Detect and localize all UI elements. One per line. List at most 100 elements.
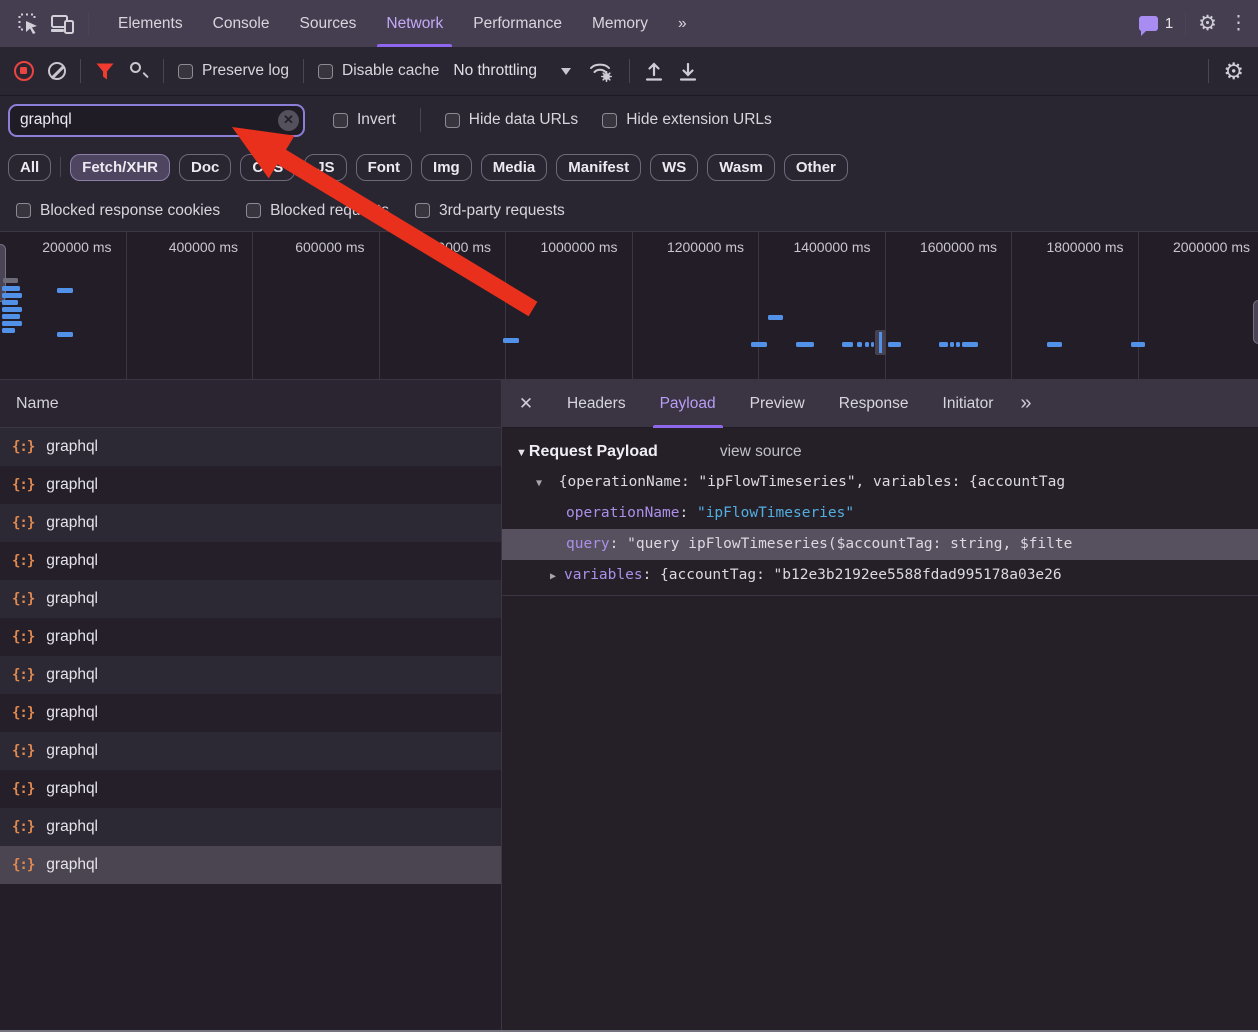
payload-colon: :	[610, 536, 627, 552]
request-row[interactable]: {:}graphql	[0, 656, 501, 694]
request-name: graphql	[46, 628, 98, 646]
timeline-request-bar	[1131, 342, 1145, 347]
detail-tab-initiator[interactable]: Initiator	[926, 380, 1011, 428]
request-payload-section-header[interactable]: ▼ Request Payload view source	[502, 428, 1258, 467]
timeline-tick-6: 1200000 ms	[633, 232, 760, 380]
timeline-tick-8: 1600000 ms	[886, 232, 1013, 380]
timeline-request-bar	[57, 288, 73, 293]
kebab-menu-icon[interactable]: ⋮	[1229, 14, 1248, 33]
issues-counter[interactable]: 1	[1139, 15, 1173, 32]
view-source-link[interactable]: view source	[720, 443, 802, 461]
detail-tab-payload[interactable]: Payload	[643, 380, 733, 428]
clear-network-log-icon[interactable]	[48, 62, 66, 80]
invert-checkbox[interactable]: Invert	[333, 111, 396, 129]
separator	[1208, 59, 1209, 83]
tab-sources[interactable]: Sources	[285, 0, 372, 47]
filter-chip-js[interactable]: JS	[304, 154, 346, 181]
tab-elements[interactable]: Elements	[103, 0, 198, 47]
more-tabs-icon[interactable]: »	[663, 0, 702, 47]
record-network-log-button[interactable]	[14, 61, 34, 81]
filter-chip-css[interactable]: CSS	[240, 154, 295, 181]
timeline-request-bar	[2, 300, 18, 305]
checkbox-blocked-response-cookies[interactable]: Blocked response cookies	[16, 202, 220, 220]
request-row[interactable]: {:}graphql	[0, 542, 501, 580]
json-braces-icon: {:}	[12, 781, 34, 797]
request-name: graphql	[46, 514, 98, 532]
network-overview-timeline[interactable]: 200000 ms400000 ms600000 ms800000 ms1000…	[0, 231, 1258, 380]
payload-colon: :	[680, 505, 697, 521]
hide-extension-urls-checkbox[interactable]: Hide extension URLs	[602, 111, 772, 129]
checkbox-label: Blocked response cookies	[40, 202, 220, 220]
separator	[88, 12, 89, 36]
detail-tab-headers[interactable]: Headers	[550, 380, 643, 428]
checkbox-blocked-requests[interactable]: Blocked requests	[246, 202, 389, 220]
request-row[interactable]: {:}graphql	[0, 504, 501, 542]
name-column-header[interactable]: Name	[0, 380, 501, 428]
tab-memory[interactable]: Memory	[577, 0, 663, 47]
request-row[interactable]: {:}graphql	[0, 694, 501, 732]
triangle-right-icon: ▶	[550, 561, 564, 591]
hide-data-urls-label: Hide data URLs	[469, 111, 578, 129]
filter-chip-other[interactable]: Other	[784, 154, 848, 181]
timeline-request-bar	[768, 315, 783, 320]
timeline-request-bar	[2, 321, 22, 326]
filter-chip-ws[interactable]: WS	[650, 154, 698, 181]
clear-filter-icon[interactable]: ✕	[278, 110, 299, 131]
request-row[interactable]: {:}graphql	[0, 732, 501, 770]
json-braces-icon: {:}	[12, 629, 34, 645]
request-row[interactable]: {:}graphql	[0, 428, 501, 466]
filter-chip-font[interactable]: Font	[356, 154, 412, 181]
checkbox-3rd-party-requests[interactable]: 3rd-party requests	[415, 202, 565, 220]
disable-cache-checkbox[interactable]: Disable cache	[318, 62, 439, 80]
timeline-request-bar	[503, 338, 519, 343]
filter-chip-media[interactable]: Media	[481, 154, 548, 181]
preserve-log-checkbox[interactable]: Preserve log	[178, 62, 289, 80]
network-settings-gear-icon[interactable]: ⚙	[1223, 60, 1244, 83]
import-har-icon[interactable]	[644, 61, 664, 82]
device-toolbar-icon[interactable]	[46, 7, 80, 41]
hide-data-urls-checkbox[interactable]: Hide data URLs	[445, 111, 578, 129]
network-conditions-icon[interactable]	[589, 60, 615, 82]
close-details-icon[interactable]: ✕	[502, 380, 550, 428]
checkbox	[246, 203, 261, 218]
checkbox	[333, 113, 348, 128]
checkbox	[445, 113, 460, 128]
filter-chip-img[interactable]: Img	[421, 154, 472, 181]
filter-funnel-icon[interactable]	[95, 62, 115, 81]
filter-input[interactable]	[8, 104, 305, 137]
request-name: graphql	[46, 666, 98, 684]
request-row[interactable]: {:}graphql	[0, 770, 501, 808]
tab-performance[interactable]: Performance	[458, 0, 577, 47]
filter-chip-all[interactable]: All	[8, 154, 51, 181]
payload-row-query[interactable]: query: "query ipFlowTimeseries($accountT…	[502, 529, 1258, 560]
detail-tab-preview[interactable]: Preview	[733, 380, 822, 428]
request-name: graphql	[46, 742, 98, 760]
more-detail-tabs-icon[interactable]: »	[1010, 392, 1039, 415]
payload-value: "ipFlowTimeseries"	[697, 505, 854, 521]
filter-chip-fetch-xhr[interactable]: Fetch/XHR	[70, 154, 170, 181]
detail-tab-response[interactable]: Response	[822, 380, 926, 428]
payload-row-operationName[interactable]: operationName: "ipFlowTimeseries"	[502, 498, 1258, 529]
filter-chip-wasm[interactable]: Wasm	[707, 154, 775, 181]
tab-console[interactable]: Console	[198, 0, 285, 47]
export-har-icon[interactable]	[678, 61, 698, 82]
request-row[interactable]: {:} graphql	[0, 618, 501, 656]
settings-gear-icon[interactable]: ⚙	[1198, 13, 1217, 34]
timeline-request-bar	[3, 278, 18, 283]
request-details-panel: ✕ HeadersPayloadPreviewResponseInitiator…	[502, 380, 1258, 1030]
request-row[interactable]: {:}graphql	[0, 846, 501, 884]
timeline-request-bar	[842, 342, 853, 347]
checkbox-label: 3rd-party requests	[439, 202, 565, 220]
request-row[interactable]: {:}graphql	[0, 580, 501, 618]
inspect-element-icon[interactable]	[12, 7, 46, 41]
filter-chip-manifest[interactable]: Manifest	[556, 154, 641, 181]
payload-row-variables[interactable]: ▶variables: {accountTag: "b12e3b2192ee55…	[502, 560, 1258, 591]
throttling-dropdown[interactable]: No throttling	[453, 62, 571, 80]
tab-network[interactable]: Network	[371, 0, 458, 47]
search-icon[interactable]	[129, 61, 149, 81]
request-row[interactable]: {:}graphql	[0, 808, 501, 846]
filter-chip-doc[interactable]: Doc	[179, 154, 231, 181]
request-row[interactable]: {:}graphql	[0, 466, 501, 504]
checkbox	[178, 64, 193, 79]
payload-summary-row[interactable]: ▼ {operationName: "ipFlowTimeseries", va…	[502, 467, 1258, 498]
